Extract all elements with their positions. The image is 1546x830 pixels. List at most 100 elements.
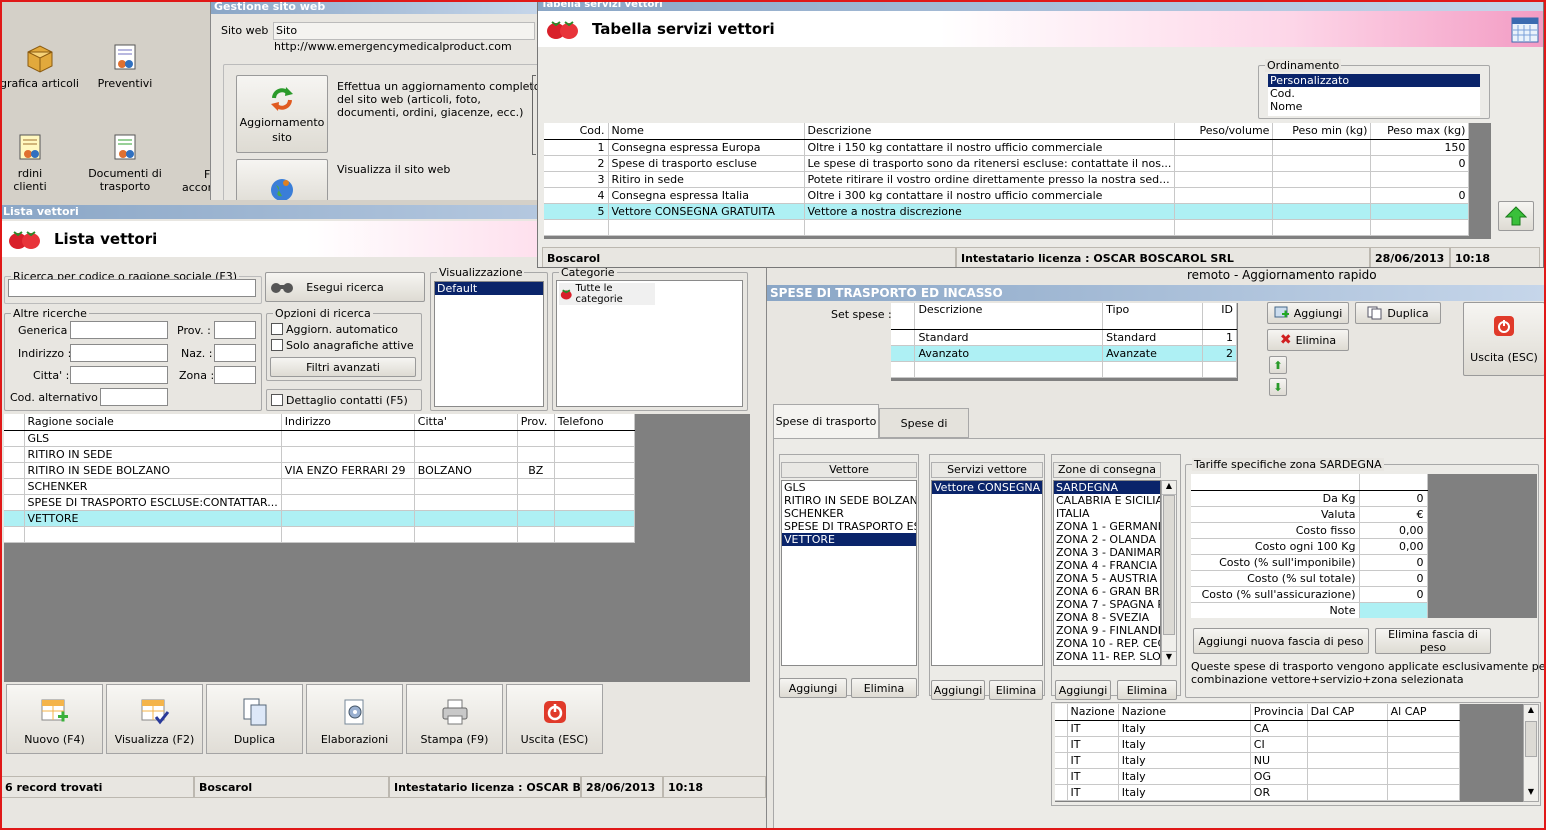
table-row[interactable]: Avanzato Avanzate 2 xyxy=(891,345,1237,362)
filtri-avanzati-button[interactable]: Filtri avanzati xyxy=(270,357,416,377)
generica-input[interactable] xyxy=(70,321,168,339)
table-row[interactable]: IT Italy OG xyxy=(1055,768,1460,785)
elimina-zona-button[interactable]: Elimina xyxy=(1117,680,1177,700)
column-header[interactable]: Provincia xyxy=(1250,704,1308,721)
toolbar-elaborazioni-button[interactable]: Elaborazioni xyxy=(306,684,403,754)
table-row[interactable]: SCHENKER xyxy=(4,478,635,495)
column-header[interactable]: Descrizione xyxy=(804,123,1176,140)
column-header[interactable]: Indirizzo xyxy=(281,414,415,431)
citta-input[interactable] xyxy=(70,366,168,384)
aggiungi-fascia-button[interactable]: Aggiungi nuova fascia di peso xyxy=(1193,628,1369,654)
list-item[interactable]: SCHENKER xyxy=(782,507,916,520)
cod-alternativo-input[interactable] xyxy=(100,388,168,406)
table-row[interactable]: RITIRO IN SEDE xyxy=(4,446,635,463)
desktop-icon-preventivi[interactable]: Preventivi xyxy=(88,42,162,90)
site-field[interactable]: Sito http://www.emergencymedicalproduct.… xyxy=(273,22,535,53)
table-row[interactable]: GLS xyxy=(4,430,635,447)
table-row[interactable]: RITIRO IN SEDE BOLZANO VIA ENZO FERRARI 2… xyxy=(4,462,635,479)
column-header[interactable]: Peso min (kg) xyxy=(1272,123,1372,140)
move-up-button[interactable] xyxy=(1498,201,1534,231)
tariffa-row[interactable]: Da Kg 0 xyxy=(1191,490,1428,507)
tariffa-row[interactable]: Costo (% sull'assicurazione) 0 xyxy=(1191,586,1428,603)
toolbar-stampa-button[interactable]: Stampa (F9) xyxy=(406,684,503,754)
search-input[interactable] xyxy=(8,279,256,297)
table-row[interactable] xyxy=(4,526,635,543)
move-down-button[interactable]: ⬇ xyxy=(1269,378,1287,396)
list-item[interactable]: Personalizzato xyxy=(1268,74,1480,87)
category-item[interactable]: Tutte le categorie xyxy=(559,283,655,305)
tariffa-value[interactable]: 0,00 xyxy=(1359,522,1428,539)
elimina-fascia-button[interactable]: Elimina fascia di peso xyxy=(1375,628,1491,654)
list-item[interactable]: SPESE DI TRASPORTO ESCL xyxy=(782,520,916,533)
table-row[interactable]: 3 Ritiro in sede Potete ritirare il vostro… xyxy=(544,171,1470,188)
desktop-icon-ddt[interactable]: Documenti di trasporto xyxy=(88,132,162,193)
desktop-icon-partial[interactable]: F accor xyxy=(182,168,212,194)
zone-scrollbar[interactable]: ▲ ▼ xyxy=(1161,480,1177,666)
elimina-set-button[interactable]: ✖ Elimina xyxy=(1267,329,1349,351)
desktop-icon-anagrafica[interactable]: grafica articoli xyxy=(0,42,80,90)
list-item[interactable]: ZONA 8 - SVEZIA xyxy=(1054,611,1160,624)
list-item[interactable]: ZONA 6 - GRAN BRET xyxy=(1054,585,1160,598)
column-header[interactable]: Al CAP xyxy=(1387,704,1460,721)
aggiungi-zona-button[interactable]: Aggiungi xyxy=(1055,680,1111,700)
list-item[interactable]: ZONA 2 - OLANDA BE xyxy=(1054,533,1160,546)
table-row[interactable]: VETTORE xyxy=(4,510,635,527)
naz-input[interactable] xyxy=(214,344,256,362)
vettori-list[interactable]: GLS RITIRO IN SEDE BOLZANO SCHENKER SPESE D… xyxy=(781,480,917,666)
aggiornamento-button[interactable]: Aggiornamento sito xyxy=(236,75,328,153)
prov-input[interactable] xyxy=(214,321,256,339)
tariffa-row[interactable]: Costo (% sul totale) 0 xyxy=(1191,570,1428,587)
table-row[interactable]: SPESE DI TRASPORTO ESCLUSE:CONTATTAR... xyxy=(4,494,635,511)
tariffa-row[interactable]: Note xyxy=(1191,602,1428,618)
table-row[interactable]: IT Italy CI xyxy=(1055,736,1460,753)
visualizza-sito-button[interactable] xyxy=(236,159,328,200)
tariffa-value[interactable]: 0 xyxy=(1359,490,1428,507)
table-row[interactable]: 5 Vettore CONSEGNA GRATUITA Vettore a nost… xyxy=(544,203,1470,220)
column-header[interactable]: Dal CAP xyxy=(1307,704,1388,721)
tariffa-value[interactable]: 0 xyxy=(1359,570,1428,587)
list-item[interactable]: ZONA 7 - SPAGNA PC xyxy=(1054,598,1160,611)
column-header[interactable]: Ragione sociale xyxy=(24,414,282,431)
elimina-servizio-button[interactable]: Elimina xyxy=(989,680,1043,700)
list-item[interactable]: Vettore CONSEGNA GR xyxy=(932,481,1042,494)
column-header[interactable]: Peso/volume xyxy=(1174,123,1274,140)
table-row[interactable]: 1 Consegna espressa Europa Oltre i 150 kg … xyxy=(544,139,1470,156)
list-item[interactable]: ZONA 11- REP. SLOV xyxy=(1054,650,1160,663)
toolbar-uscita-button[interactable]: Uscita (ESC) xyxy=(506,684,603,754)
table-row[interactable] xyxy=(544,219,1470,236)
esegui-ricerca-button[interactable]: Esegui ricerca xyxy=(265,272,425,302)
solo-attive-checkbox[interactable] xyxy=(271,339,283,351)
column-header[interactable]: Cod. xyxy=(544,123,609,140)
zona-input[interactable] xyxy=(214,366,256,384)
column-header[interactable]: Citta' xyxy=(414,414,518,431)
list-item[interactable]: VETTORE xyxy=(782,533,916,546)
servizi-list[interactable]: Vettore CONSEGNA GR xyxy=(931,480,1043,666)
column-header[interactable]: Nazione xyxy=(1118,704,1251,721)
table-row[interactable]: 4 Consegna espressa Italia Oltre i 300 kg … xyxy=(544,187,1470,204)
column-header[interactable]: Nome xyxy=(608,123,805,140)
table-row[interactable]: IT Italy CA xyxy=(1055,720,1460,737)
list-item[interactable]: ZONA 1 - GERMANIA xyxy=(1054,520,1160,533)
dettaglio-checkbox[interactable] xyxy=(271,394,283,406)
tab-spese-trasporto[interactable]: Spese di trasporto xyxy=(773,404,879,438)
zone-list[interactable]: SARDEGNA CALABRIA E SICILIA ITALIA ZONA 1 -… xyxy=(1053,480,1161,666)
nazioni-scrollbar[interactable]: ▲ ▼ xyxy=(1523,704,1539,802)
tariffa-row[interactable]: Costo (% sull'imponibile) 0 xyxy=(1191,554,1428,571)
table-row[interactable]: Standard Standard 1 xyxy=(891,329,1237,346)
list-item[interactable]: ZONA 10 - REP. CECA xyxy=(1054,637,1160,650)
column-header[interactable]: Prov. xyxy=(517,414,555,431)
list-item[interactable]: ZONA 3 - DANIMARC xyxy=(1054,546,1160,559)
tariffa-value[interactable]: 0,00 xyxy=(1359,538,1428,555)
list-item[interactable]: ZONA 4 - FRANCIA xyxy=(1054,559,1160,572)
list-item[interactable]: Nome xyxy=(1268,100,1480,113)
move-up-button[interactable]: ⬆ xyxy=(1269,356,1287,374)
list-item[interactable]: Default xyxy=(435,282,543,295)
aggiungi-vettore-button[interactable]: Aggiungi xyxy=(779,678,847,698)
duplica-set-button[interactable]: Duplica xyxy=(1355,302,1441,324)
aggiungi-servizio-button[interactable]: Aggiungi xyxy=(931,680,985,700)
column-header[interactable]: Descrizione xyxy=(914,303,1104,330)
column-header[interactable]: ID xyxy=(1202,303,1237,330)
column-header[interactable]: Tipo xyxy=(1102,303,1204,330)
uscita-button[interactable]: Uscita (ESC) xyxy=(1463,302,1545,376)
list-item[interactable]: ZONA 9 - FINLANDIA xyxy=(1054,624,1160,637)
